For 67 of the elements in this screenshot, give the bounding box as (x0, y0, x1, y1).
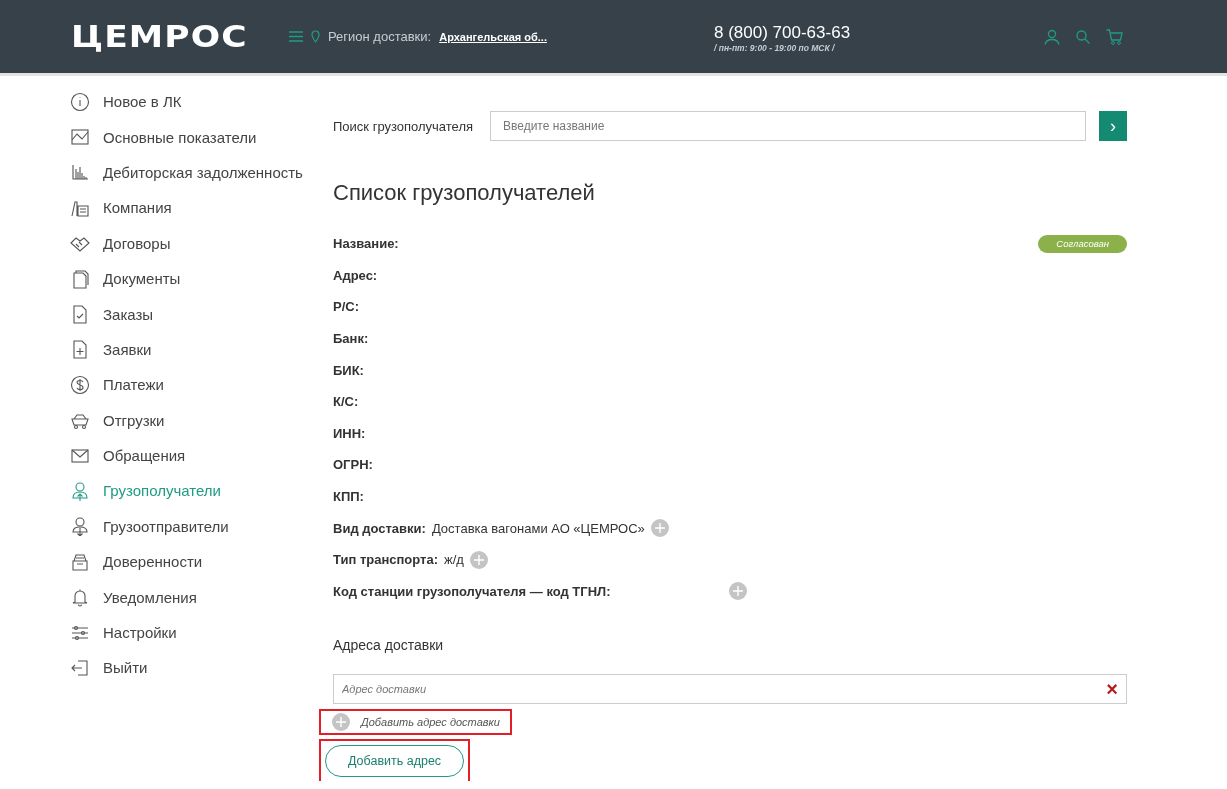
document-icon (70, 268, 90, 289)
document-plus-icon (70, 339, 90, 360)
section-heading: Адреса доставки (333, 637, 445, 654)
sidebar-item[interactable]: Новое в ЛК (70, 84, 332, 120)
search-icon[interactable] (1076, 29, 1090, 44)
region-label: Регион доставки: (328, 29, 432, 44)
page-title: Список грузополучателей (333, 180, 596, 206)
add-address-button[interactable]: Добавить адрес (325, 745, 465, 778)
field-label: Название: (333, 236, 399, 252)
logo[interactable]: ЦЕМРОС (71, 19, 262, 54)
sidebar-item[interactable]: Дебиторская задолженность (70, 154, 332, 191)
dollar-icon (70, 374, 90, 395)
plus-icon[interactable] (650, 519, 669, 538)
info-icon (70, 91, 90, 112)
field-label: Код станции грузополучателя — код ТГНЛ: (333, 583, 611, 599)
user-upload-icon (70, 481, 90, 501)
sidebar-item[interactable]: Уведомления (70, 579, 332, 615)
field-label: ОГРН: (333, 457, 373, 473)
search-button[interactable]: › (1099, 111, 1127, 141)
sidebar-item[interactable]: Настройки (70, 614, 332, 651)
map-pin-icon (311, 30, 320, 43)
sidebar-item[interactable]: Платежи (70, 367, 332, 403)
region-link[interactable]: Архангельская об... (439, 30, 547, 43)
field-label: ИНН: (333, 425, 366, 441)
field-label: К/С: (333, 394, 359, 410)
field-label: Вид доставки: (333, 520, 426, 536)
logout-icon (70, 657, 90, 678)
field-label: Банк: (333, 331, 369, 347)
plus-icon[interactable] (332, 713, 350, 732)
plus-icon[interactable] (728, 582, 747, 601)
field-label: БИК: (333, 362, 364, 378)
sidebar-item[interactable]: Заявки (70, 331, 332, 368)
sidebar-item[interactable]: Документы (70, 260, 332, 297)
sidebar-item[interactable]: Обращения (70, 437, 332, 474)
sidebar-item[interactable]: Договоры (70, 225, 332, 261)
chart-icon (70, 127, 90, 148)
user-download-icon (70, 516, 90, 537)
sidebar-item[interactable]: Грузоотправители (70, 508, 332, 545)
document-check-icon (70, 304, 90, 325)
search-label: Поиск грузополучателя (333, 118, 475, 134)
phone-number: 8 (800) 700-63-63 (714, 22, 852, 43)
sidebar-item[interactable]: Основные показатели (70, 119, 332, 155)
field-value: Доставка вагонами АО «ЦЕМРОС» (431, 520, 645, 536)
menu-icon[interactable] (289, 31, 303, 42)
field-label: Р/С: (333, 299, 359, 315)
field-label: КПП: (333, 489, 364, 505)
sidebar-item[interactable]: Компания (70, 190, 332, 226)
sidebar-item[interactable]: Доверенности (70, 544, 332, 580)
sidebar-item[interactable]: Отгрузки (70, 402, 332, 438)
add-address-link[interactable]: Добавить адрес доставки (321, 711, 510, 734)
remove-button[interactable]: × (1106, 679, 1118, 700)
working-hours: / пн-пт: 9:00 - 19:00 по МСК / (714, 42, 836, 53)
archive-box-icon (70, 551, 90, 572)
sidebar-item[interactable]: Заказы (70, 296, 332, 332)
sidebar-item[interactable]: Выйти (70, 650, 332, 686)
status-badge: Согласован (1038, 234, 1127, 253)
field-label: Адрес: (333, 267, 378, 283)
sidebar-item[interactable]: Грузополучатели (70, 473, 332, 509)
field-value: ж/д (444, 552, 464, 568)
bell-icon (70, 587, 90, 608)
user-icon[interactable] (1044, 28, 1060, 45)
bar-chart-icon (70, 162, 90, 183)
cart-icon[interactable] (1106, 28, 1123, 45)
address-field[interactable]: Адрес доставки × (333, 674, 1127, 705)
field-label: Тип транспорта: (333, 552, 438, 568)
search-field[interactable]: Введите название (490, 111, 1086, 141)
plus-icon[interactable] (469, 550, 488, 569)
